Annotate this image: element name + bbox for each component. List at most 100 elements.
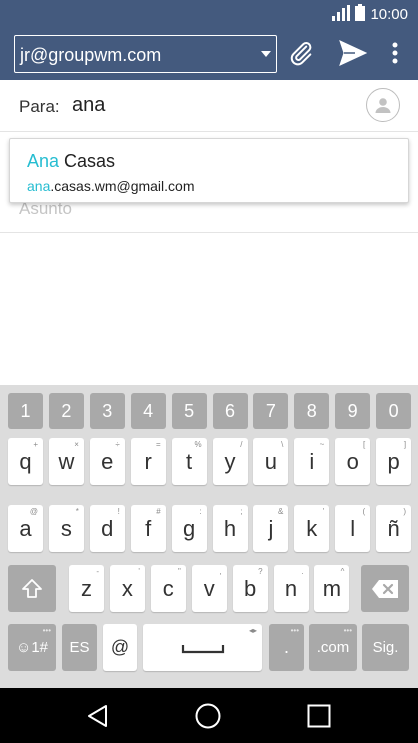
period-key[interactable]: ••• .: [269, 624, 304, 671]
key-hint: ^: [340, 567, 345, 576]
key-7[interactable]: 7: [253, 393, 289, 429]
space-key[interactable]: ◂▸: [143, 624, 262, 671]
key-m[interactable]: ^ m: [314, 565, 350, 612]
account-selector[interactable]: jr@groupwm.com: [14, 35, 277, 73]
key-label: q: [19, 448, 32, 474]
key-hint: &: [278, 507, 284, 516]
more-icon: [392, 42, 398, 64]
key-1[interactable]: 1: [8, 393, 43, 429]
key-j[interactable]: & j: [253, 505, 289, 552]
key-label: o: [346, 448, 359, 474]
key-6[interactable]: 6: [212, 393, 248, 429]
key-hint: @: [29, 507, 38, 516]
recents-button[interactable]: [303, 700, 335, 732]
key-hint: :: [199, 507, 202, 516]
key-label: y: [224, 448, 236, 474]
key-l[interactable]: (l: [335, 505, 371, 552]
app-bar: jr@groupwm.com: [0, 30, 418, 80]
next-key[interactable]: Sig.: [362, 624, 409, 671]
key-4[interactable]: 4: [130, 393, 166, 429]
backspace-key[interactable]: [361, 565, 409, 612]
key-9[interactable]: 9: [335, 393, 371, 429]
suggestion-name: Ana Casas: [27, 151, 115, 172]
key-ñ[interactable]: ) ñ: [376, 505, 412, 552]
more-options-button[interactable]: [378, 36, 412, 70]
send-button[interactable]: [336, 36, 370, 70]
back-button[interactable]: [82, 700, 114, 732]
key-c[interactable]: " c: [150, 565, 186, 612]
key-label: s: [60, 515, 72, 541]
key-label: m: [322, 575, 342, 601]
key-hint: \: [281, 440, 284, 449]
key-label: 4: [143, 400, 154, 421]
key-hint: ): [403, 507, 407, 516]
key-r[interactable]: = r: [130, 438, 166, 485]
key-2[interactable]: 2: [48, 393, 84, 429]
key-label: 6: [224, 400, 235, 421]
key-hint: /: [240, 440, 243, 449]
to-input[interactable]: ana: [72, 94, 105, 117]
key-hint: ,: [219, 567, 222, 576]
keyboard: 1234567890 + q × w ÷ e = r% t / y \ u ~ i[o] p @ a * s! d # f…: [0, 385, 418, 688]
back-icon: [88, 705, 107, 727]
key-label: x: [121, 575, 133, 601]
key-hint: ?: [258, 567, 263, 576]
key-s[interactable]: * s: [48, 505, 84, 552]
language-key[interactable]: ES: [62, 624, 97, 671]
symbols-key-hint: •••: [42, 626, 51, 635]
key-label: t: [186, 448, 193, 474]
key-a[interactable]: @ a: [8, 505, 43, 552]
key-3[interactable]: 3: [89, 393, 125, 429]
contact-picker-button[interactable]: [366, 88, 400, 122]
key-u[interactable]: \ u: [253, 438, 289, 485]
symbols-key[interactable]: ••• ☺1#: [8, 624, 56, 671]
key-n[interactable]: .n: [273, 565, 309, 612]
key-label: z: [81, 575, 92, 601]
key-h[interactable]: ; h: [212, 505, 248, 552]
key-label: a: [19, 515, 32, 541]
dotcom-key[interactable]: ••• .com: [309, 624, 357, 671]
to-row: Para: ana: [0, 80, 418, 132]
key-hint: +: [33, 440, 38, 449]
key-label: 1: [20, 400, 31, 421]
key-w[interactable]: × w: [48, 438, 84, 485]
key-z[interactable]: -z: [69, 565, 104, 612]
key-b[interactable]: ? b: [232, 565, 268, 612]
key-5[interactable]: 5: [171, 393, 207, 429]
home-button[interactable]: [192, 700, 224, 732]
dotcom-key-hint: •••: [343, 626, 352, 635]
key-f[interactable]: # f: [130, 505, 166, 552]
key-hint: [: [362, 440, 366, 449]
key-8[interactable]: 8: [294, 393, 330, 429]
shift-key[interactable]: [8, 565, 56, 612]
key-hint: %: [194, 440, 202, 449]
key-q[interactable]: + q: [8, 438, 43, 485]
key-v[interactable]: ,v: [191, 565, 227, 612]
key-hint: .: [301, 567, 304, 576]
key-hint: *: [75, 507, 79, 516]
key-o[interactable]: [o: [335, 438, 371, 485]
language-key-label: ES: [69, 639, 90, 656]
key-d[interactable]: ! d: [89, 505, 125, 552]
at-key-label: @: [110, 637, 130, 657]
key-label: u: [264, 448, 278, 474]
key-i[interactable]: ~ i: [294, 438, 330, 485]
key-e[interactable]: ÷ e: [89, 438, 125, 485]
contact-suggestion[interactable]: Ana Casas ana.casas.wm@gmail.com: [9, 138, 409, 203]
key-t[interactable]: % t: [171, 438, 207, 485]
key-p[interactable]: ] p: [376, 438, 412, 485]
key-g[interactable]: :g: [171, 505, 207, 552]
key-label: 8: [306, 400, 317, 421]
attach-icon: [290, 42, 312, 66]
key-k[interactable]: ' k: [294, 505, 330, 552]
key-label: 7: [265, 400, 276, 421]
suggestion-name-match: Ana: [27, 151, 60, 171]
at-key[interactable]: @: [103, 624, 137, 671]
key-hint: ~: [319, 440, 325, 449]
attach-button[interactable]: [284, 36, 318, 70]
key-x[interactable]: ' x: [109, 565, 145, 612]
key-y[interactable]: / y: [212, 438, 248, 485]
key-label: h: [223, 515, 237, 541]
status-time: 10:00: [370, 6, 408, 23]
key-0[interactable]: 0: [376, 393, 412, 429]
